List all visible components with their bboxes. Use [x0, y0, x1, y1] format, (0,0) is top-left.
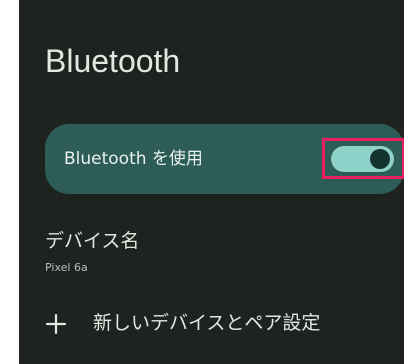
device-name-row[interactable]: デバイス名 Pixel 6a — [45, 229, 404, 281]
pair-new-device-label: 新しいデバイスとペア設定 — [93, 312, 321, 334]
pair-new-device-button[interactable]: 新しいデバイスとペア設定 — [45, 306, 404, 346]
device-name-value: Pixel 6a — [45, 261, 88, 274]
device-name-title: デバイス名 — [45, 230, 140, 252]
page-title: Bluetooth — [45, 43, 181, 79]
bluetooth-toggle-switch[interactable] — [331, 146, 394, 172]
toggle-thumb — [370, 149, 390, 169]
settings-screen: Bluetooth Bluetooth を使用 デバイス名 Pixel 6a 新… — [19, 0, 404, 364]
bluetooth-toggle-label: Bluetooth を使用 — [64, 149, 203, 169]
plus-icon — [45, 313, 67, 335]
